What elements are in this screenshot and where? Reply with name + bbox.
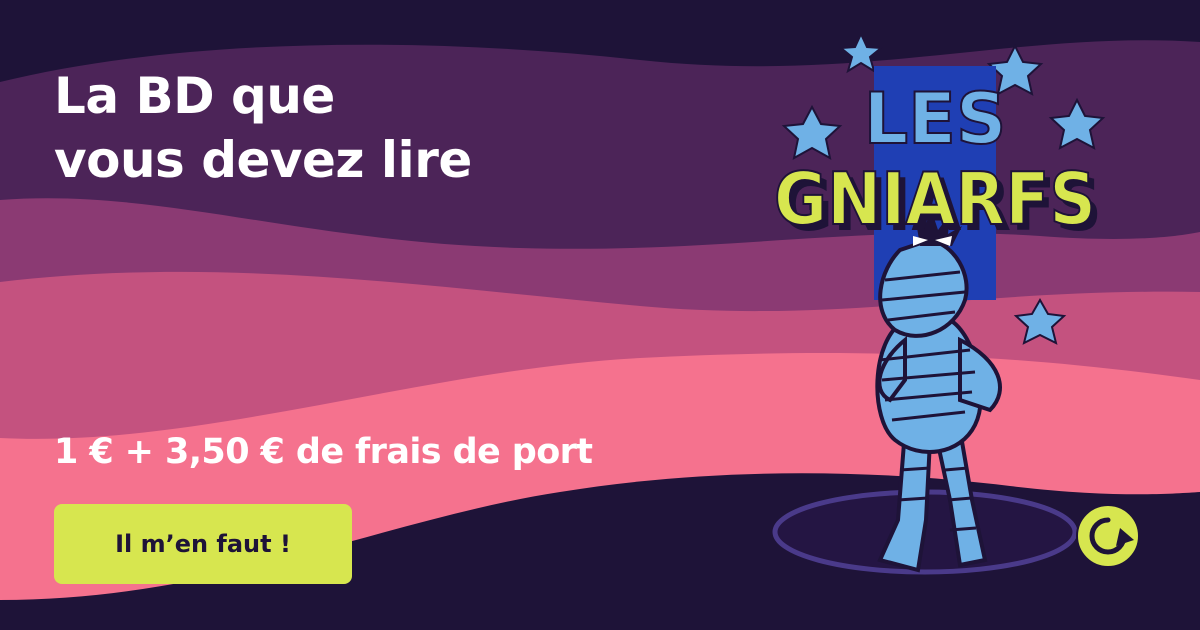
headline: La BD que vous devez lire — [54, 64, 472, 192]
headline-line-2: vous devez lire — [54, 131, 472, 189]
refresh-arrow-icon[interactable] — [1076, 504, 1140, 568]
price-text: 1 € + 3,50 € de frais de port — [54, 432, 593, 472]
logo-gniarfs: GNIARFS — [774, 157, 1096, 241]
order-button[interactable]: Il m’en faut ! — [54, 504, 352, 584]
headline-line-1: La BD que — [54, 67, 335, 125]
logo-les: LES — [864, 78, 1007, 160]
